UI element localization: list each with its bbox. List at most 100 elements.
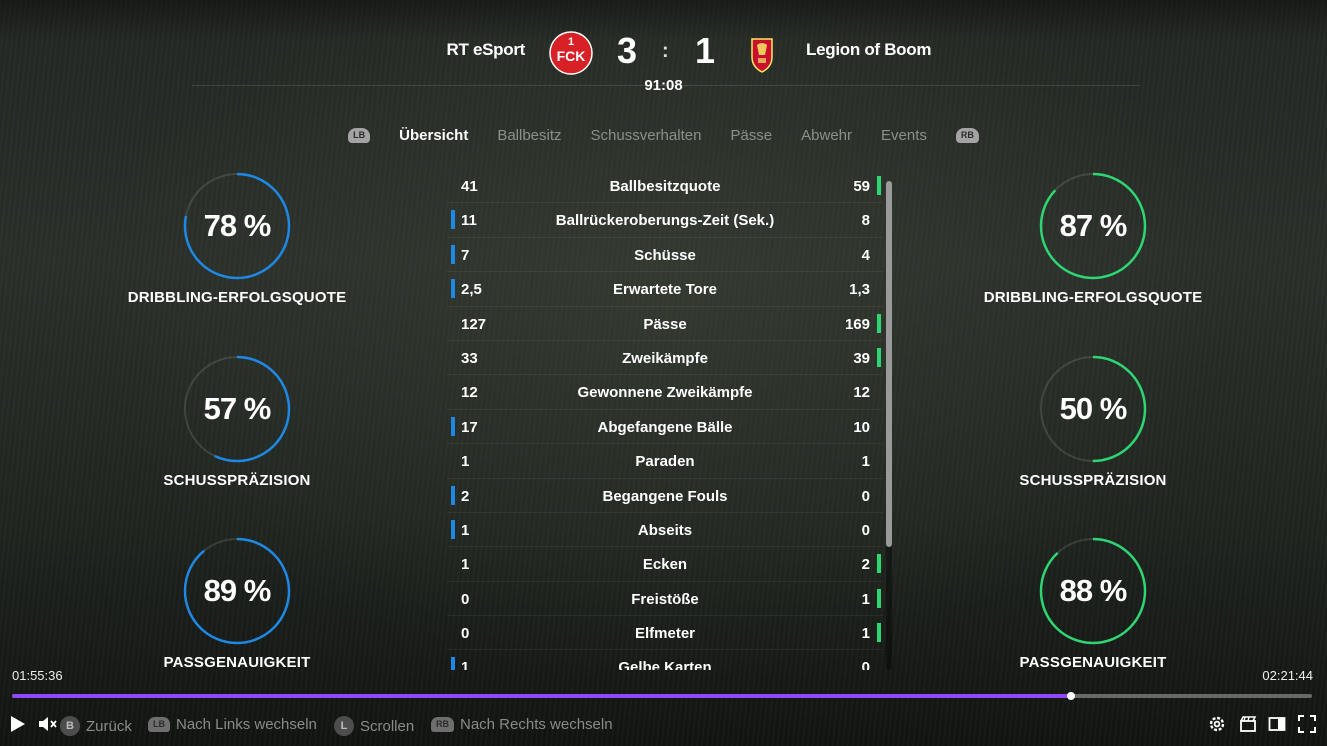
- hint-switch-right: RB Nach Rechts wechseln: [431, 716, 613, 733]
- away-dribbling-ring: 87 % DRIBBLING-ERFOLGSQUOTE: [963, 172, 1223, 306]
- hint-label: Nach Links wechseln: [176, 716, 317, 733]
- rb-button-icon: RB: [431, 717, 454, 732]
- score-separator: :: [662, 40, 669, 62]
- tab-ballbesitz[interactable]: Ballbesitz: [497, 127, 561, 144]
- stat-name: Ecken: [642, 556, 688, 574]
- left-stick-icon: L: [334, 716, 354, 736]
- stat-row: 2,5 Erwartete Tore 1,3: [447, 272, 883, 307]
- away-stat-value: 39: [853, 349, 870, 367]
- hint-scroll: L Scrollen: [334, 716, 414, 736]
- home-schuss-ring: 57 % SCHUSSPRÄZISION: [107, 355, 367, 489]
- away-schuss-ring: 50 % SCHUSSPRÄZISION: [963, 355, 1223, 489]
- tab-abwehr[interactable]: Abwehr: [801, 127, 852, 144]
- away-pass-ring: 88 % PASSGENAUIGKEIT: [963, 537, 1223, 671]
- seek-bar-progress: [12, 694, 1072, 698]
- home-pass-ring: 89 % PASSGENAUIGKEIT: [107, 537, 367, 671]
- away-stat-value: 2: [861, 556, 870, 574]
- tab-uebersicht[interactable]: Übersicht: [399, 127, 468, 144]
- ring-label: DRIBBLING-ERFOLGSQUOTE: [983, 289, 1203, 306]
- stat-row: 1 Ecken 2: [447, 547, 883, 582]
- rb-bumper-icon[interactable]: RB: [955, 128, 979, 143]
- stat-row: 41 Ballbesitzquote 59: [447, 169, 883, 204]
- home-score: 3: [617, 30, 638, 71]
- stat-row: 1 Gelbe Karten 0: [447, 650, 883, 670]
- svg-text:1: 1: [568, 36, 574, 48]
- theater-mode-icon[interactable]: [1268, 715, 1286, 733]
- stat-row: 2 Begangene Fouls 0: [447, 479, 883, 513]
- away-stat-value: 8: [861, 212, 870, 230]
- ring-value: 87 %: [1059, 208, 1128, 243]
- hint-switch-left: LB Nach Links wechseln: [148, 716, 317, 733]
- stat-row: 1 Paraden 1: [447, 444, 883, 479]
- away-stat-value: 0: [861, 659, 870, 670]
- ring-label: PASSGENAUIGKEIT: [163, 654, 311, 671]
- home-team-name: RT eSport: [446, 40, 525, 59]
- ring-value: 89 %: [203, 573, 272, 608]
- stat-row: 7 Schüsse 4: [447, 238, 883, 273]
- hint-label: Scrollen: [360, 717, 415, 735]
- lb-button-icon: LB: [148, 717, 170, 732]
- ring-value: 88 %: [1059, 573, 1128, 608]
- b-button-icon: B: [60, 716, 80, 736]
- away-score: 1: [695, 30, 716, 71]
- stat-name: Abgefangene Bälle: [597, 418, 733, 436]
- clips-icon[interactable]: [1239, 715, 1257, 733]
- stats-tabs: LB Übersicht Ballbesitz Schussverhalten …: [0, 125, 1327, 144]
- hint-label: Zurück: [86, 717, 132, 735]
- header-divider: [192, 85, 1140, 86]
- fullscreen-icon[interactable]: [1298, 715, 1316, 733]
- svg-text:FCK: FCK: [557, 48, 586, 64]
- lb-bumper-icon[interactable]: LB: [348, 128, 371, 143]
- seek-bar-handle[interactable]: [1067, 692, 1076, 700]
- away-stat-value: 1: [861, 590, 870, 608]
- away-stat-value: 1: [861, 625, 870, 643]
- scoreboard: RT eSport 1 FCK 3 : 1 Legion of Boom: [0, 26, 1327, 76]
- volume-icon[interactable]: [38, 715, 58, 733]
- home-team-crest-icon: 1 FCK: [549, 31, 593, 75]
- total-time: 02:21:44: [1262, 668, 1313, 683]
- stat-row: 17 Abgefangene Bälle 10: [447, 410, 883, 445]
- away-stat-value: 4: [861, 246, 870, 264]
- away-stat-value: 12: [853, 384, 870, 402]
- ring-label: SCHUSSPRÄZISION: [163, 472, 311, 489]
- ring-value: 78 %: [203, 208, 272, 243]
- settings-icon[interactable]: [1208, 715, 1226, 733]
- stat-name: Paraden: [635, 453, 695, 471]
- ring-label: SCHUSSPRÄZISION: [1019, 472, 1167, 489]
- away-stat-value: 59: [853, 178, 870, 195]
- stat-name: Pässe: [643, 315, 687, 333]
- stat-name: Ballbesitzquote: [609, 178, 721, 195]
- hint-label: Nach Rechts wechseln: [460, 716, 613, 733]
- ring-value: 57 %: [203, 391, 272, 426]
- away-stat-value: 1: [861, 453, 870, 471]
- away-stat-value: 10: [853, 418, 870, 436]
- stat-name: Erwartete Tore: [613, 281, 717, 299]
- ring-label: DRIBBLING-ERFOLGSQUOTE: [127, 289, 347, 306]
- player-controls: B Zurück LB Nach Links wechseln L Scroll…: [0, 707, 1327, 741]
- current-time: 01:55:36: [12, 668, 63, 683]
- stat-name: Zweikämpfe: [622, 349, 708, 367]
- stat-name: Abseits: [637, 521, 693, 539]
- stat-row: 1 Abseits 0: [447, 513, 883, 548]
- stat-row: 12 Gewonnene Zweikämpfe 12: [447, 375, 883, 410]
- stats-table[interactable]: 4 1 Ballbesitzquote 59 1 1 Ballrückeroberungs-…: [447, 169, 883, 670]
- stat-name: Gelbe Karten: [618, 659, 712, 670]
- stat-name: Ballrückeroberungs-Zeit (Sek.): [555, 212, 775, 230]
- away-stat-value: 1,3: [849, 281, 870, 299]
- home-dribbling-ring: 78 % DRIBBLING-ERFOLGSQUOTE: [107, 172, 367, 306]
- stats-scrollbar-thumb[interactable]: [886, 181, 892, 547]
- tab-schussverhalten[interactable]: Schussverhalten: [591, 127, 702, 144]
- tab-paesse[interactable]: Pässe: [730, 127, 772, 144]
- play-icon[interactable]: [10, 715, 26, 733]
- tab-events[interactable]: Events: [881, 127, 927, 144]
- away-stat-value: 0: [861, 487, 870, 505]
- stat-name: Gewonnene Zweikämpfe: [577, 384, 753, 402]
- stat-row: 127 Pässe 169: [447, 307, 883, 341]
- stat-row: 0 Freistöße 1: [447, 582, 883, 617]
- stat-name: Freistöße: [631, 590, 699, 608]
- seek-bar[interactable]: [12, 692, 1312, 700]
- ring-value: 50 %: [1059, 391, 1128, 426]
- stat-row: 11 Ballrückeroberungs-Zeit (Sek.) 8: [447, 203, 883, 238]
- away-team-crest-icon: [751, 38, 773, 73]
- away-stat-value: 0: [861, 521, 870, 539]
